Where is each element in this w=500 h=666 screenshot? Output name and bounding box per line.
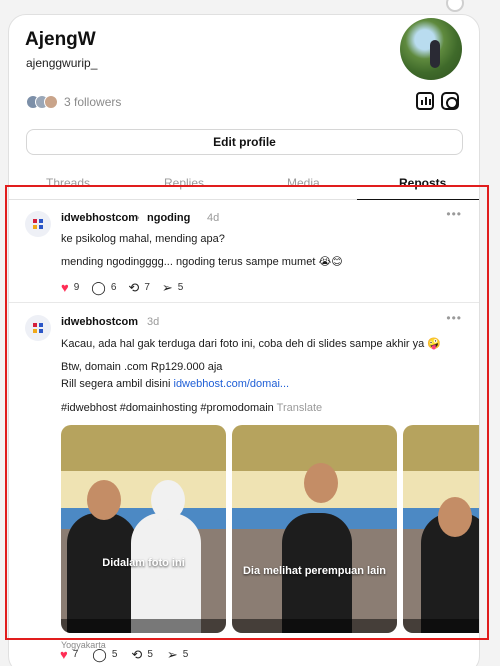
repost-icon: ⟲ (128, 280, 140, 295)
follower-avatars (26, 95, 58, 109)
post-hashtags: #idwebhost #domainhosting #promodomain T… (61, 402, 322, 414)
post-time: 4d (207, 212, 220, 224)
followers-count: 3 followers (64, 95, 122, 109)
post-text-fragment: Rill segera ambil disini (61, 378, 171, 390)
media-caption: Didalam foto ini (102, 557, 185, 569)
comment-icon: ◯ (92, 647, 107, 662)
like-button[interactable]: ♥ 7 (60, 648, 78, 661)
like-count: 7 (72, 649, 79, 660)
followers-link[interactable]: 3 followers (26, 95, 121, 109)
profile-tabs: Threads Replies Media Reposts (9, 170, 479, 200)
instagram-icon[interactable] (441, 92, 459, 110)
translate-link[interactable]: Translate (277, 402, 322, 414)
repost-target[interactable]: ngoding (147, 212, 190, 224)
window-control-icon (446, 0, 464, 12)
like-count: 9 (73, 282, 80, 293)
profile-avatar[interactable] (400, 18, 462, 80)
heart-icon: ♥ (60, 647, 68, 662)
share-button[interactable]: ➢ 5 (162, 281, 183, 294)
post-author[interactable]: idwebhostcom (61, 212, 138, 224)
more-icon[interactable]: ••• (446, 207, 462, 221)
repost-count: 7 (144, 282, 150, 293)
comment-count: 5 (111, 649, 118, 660)
profile-handle: ajenggwurip_ (26, 56, 98, 70)
post-time: 3d (147, 316, 160, 328)
media-thumbnail[interactable] (403, 425, 479, 633)
post-actions: ♥ 9 ◯ 6 ⟲ 7 ➢ 5 (61, 281, 183, 294)
post-text: ke psikolog mahal, mending apa? (61, 233, 225, 245)
like-button[interactable]: ♥ 9 (61, 281, 79, 294)
tab-threads[interactable]: Threads (46, 176, 90, 190)
profile-card: AjengW ajenggwurip_ 3 followers Edit pro… (8, 14, 480, 666)
post-actions: ♥ 7 ◯ 5 ⟲ 5 ➢ 5 (60, 648, 188, 661)
post-text: Rill segera ambil disini idwebhost.com/d… (61, 378, 289, 390)
tab-replies[interactable]: Replies (164, 176, 204, 190)
repost-icon: ⟲ (131, 647, 143, 662)
comment-icon: ◯ (91, 280, 106, 295)
media-caption: Dia melihat perempuan lain (242, 565, 387, 577)
idwebhost-logo-icon (32, 218, 44, 230)
repost-count: 5 (147, 649, 153, 660)
more-icon[interactable]: ••• (446, 311, 462, 325)
post-text: Btw, domain .com Rp129.000 aja (61, 361, 223, 373)
heart-icon: ♥ (61, 280, 69, 295)
author-avatar[interactable] (25, 211, 51, 237)
media-footer-bar (61, 619, 226, 633)
share-icon: ➢ (161, 280, 173, 295)
tab-reposts[interactable]: Reposts (399, 176, 446, 190)
repost-button[interactable]: ⟲ 7 (128, 281, 149, 294)
share-count: 5 (182, 649, 189, 660)
idwebhost-logo-icon (32, 322, 44, 334)
post-author[interactable]: idwebhostcom (61, 316, 138, 328)
media-footer-bar (403, 619, 479, 633)
post-text: Kacau, ada hal gak terduga dari foto ini… (61, 338, 441, 350)
comment-button[interactable]: ◯ 6 (91, 281, 116, 294)
repost-button[interactable]: ⟲ 5 (131, 648, 152, 661)
chevron-right-icon: › (136, 212, 140, 224)
media-footer-bar (232, 619, 397, 633)
insights-icon[interactable] (416, 92, 434, 110)
author-avatar[interactable] (25, 315, 51, 341)
share-count: 5 (177, 282, 184, 293)
media-carousel[interactable]: Didalam foto ini Dia melihat perempuan l… (61, 425, 479, 633)
share-icon: ➢ (166, 647, 178, 662)
tab-media[interactable]: Media (287, 176, 320, 190)
post-text: mending ngodingggg... ngoding terus samp… (61, 256, 343, 268)
media-thumbnail[interactable]: Dia melihat perempuan lain (232, 425, 397, 633)
active-tab-underline (357, 198, 479, 200)
repost-item[interactable]: idwebhostcom 3d ••• Kacau, ada hal gak t… (9, 307, 479, 666)
hashtags-text[interactable]: #idwebhost #domainhosting #promodomain (61, 402, 274, 414)
media-thumbnail[interactable]: Didalam foto ini (61, 425, 226, 633)
edit-profile-button[interactable]: Edit profile (26, 129, 463, 155)
post-link[interactable]: idwebhost.com/domai... (174, 378, 290, 390)
comment-count: 6 (110, 282, 117, 293)
repost-item[interactable]: idwebhostcom › ngoding 4d ••• ke psikolo… (9, 203, 479, 303)
profile-name: AjengW (25, 29, 96, 50)
comment-button[interactable]: ◯ 5 (92, 648, 117, 661)
share-button[interactable]: ➢ 5 (167, 648, 188, 661)
